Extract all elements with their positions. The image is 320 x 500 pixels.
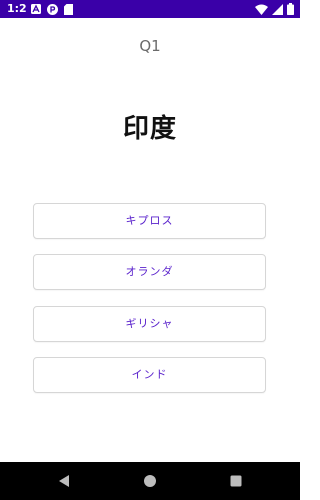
- back-icon[interactable]: [55, 472, 73, 490]
- status-notification-icons: [31, 3, 73, 15]
- home-icon[interactable]: [141, 472, 159, 490]
- recents-icon[interactable]: [227, 472, 245, 490]
- answer-button-4[interactable]: インド: [33, 357, 266, 393]
- cell-signal-icon: [272, 3, 283, 15]
- status-system-icons: [255, 3, 294, 15]
- answer-button-1[interactable]: キプロス: [33, 203, 266, 239]
- p-notification-icon: [47, 3, 58, 15]
- status-bar: 1:2: [0, 0, 300, 18]
- wifi-icon: [255, 4, 268, 15]
- sd-card-icon: [64, 3, 73, 15]
- a-notification-icon: [31, 4, 41, 14]
- battery-icon: [287, 3, 294, 15]
- question-number: Q1: [139, 37, 161, 55]
- navigation-bar: [0, 462, 300, 500]
- answer-button-3[interactable]: ギリシャ: [33, 306, 266, 342]
- status-time: 1:2: [7, 2, 27, 15]
- answer-button-2[interactable]: オランダ: [33, 254, 266, 290]
- question-text: 印度: [122, 114, 177, 144]
